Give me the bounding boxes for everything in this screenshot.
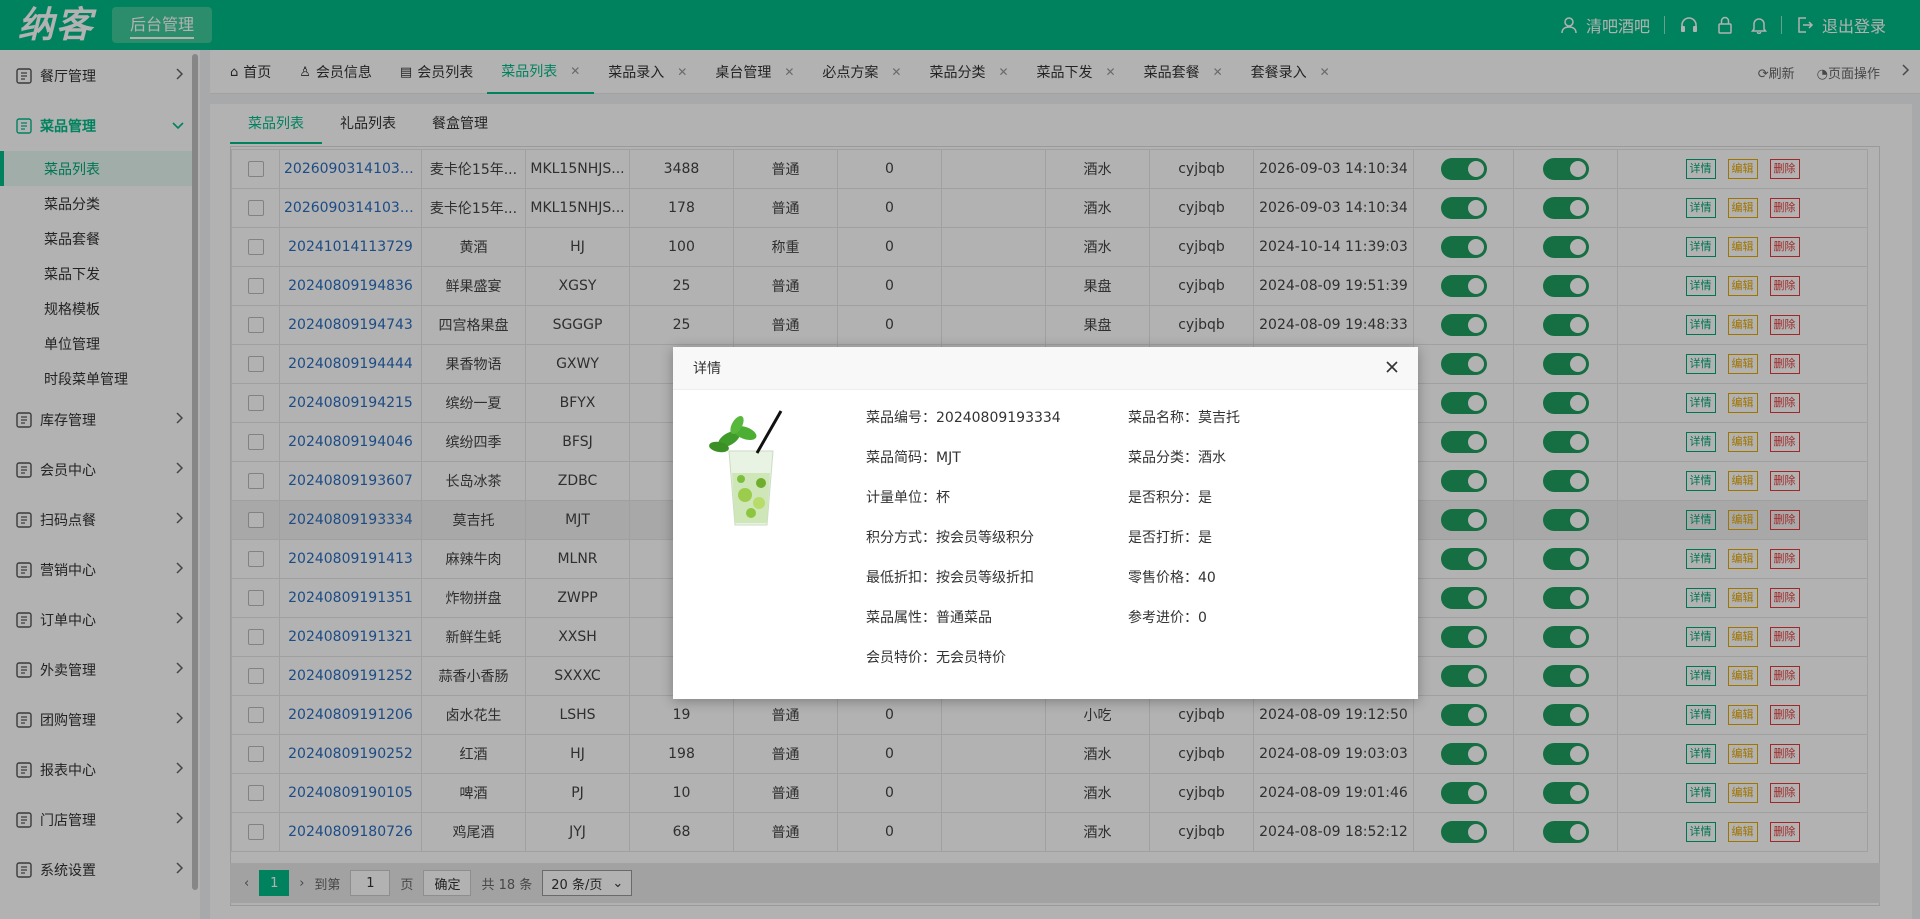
detail-field: 菜品简码：MJT bbox=[866, 447, 961, 467]
field-value: 是 bbox=[1198, 530, 1212, 546]
detail-modal: 详情 菜品编号：20240809193334 菜品名称：莫吉托 菜品简码：MJT 菜品… bbox=[673, 347, 1418, 699]
field-value: 按会员等级积分 bbox=[936, 530, 1034, 546]
detail-field: 最低折扣：按会员等级折扣 bbox=[866, 567, 1034, 587]
field-label: 菜品名称： bbox=[1128, 410, 1198, 426]
field-value: 莫吉托 bbox=[1198, 410, 1240, 426]
field-label: 最低折扣： bbox=[866, 570, 936, 586]
field-value: MJT bbox=[936, 450, 961, 466]
detail-field: 参考进价：0 bbox=[1128, 607, 1207, 627]
dish-image bbox=[701, 403, 801, 533]
field-label: 零售价格： bbox=[1128, 570, 1198, 586]
field-label: 菜品简码： bbox=[866, 450, 936, 466]
field-value: 无会员特价 bbox=[936, 650, 1006, 666]
detail-field: 是否打折：是 bbox=[1128, 527, 1212, 547]
field-label: 是否打折： bbox=[1128, 530, 1198, 546]
modal-header: 详情 bbox=[673, 347, 1418, 390]
detail-field: 菜品分类：酒水 bbox=[1128, 447, 1226, 467]
field-value: 杯 bbox=[936, 490, 950, 506]
field-value: 40 bbox=[1198, 570, 1216, 586]
field-value: 酒水 bbox=[1198, 450, 1226, 466]
field-value: 普通菜品 bbox=[936, 610, 992, 626]
detail-field: 是否积分：是 bbox=[1128, 487, 1212, 507]
field-value: 按会员等级折扣 bbox=[936, 570, 1034, 586]
field-label: 是否积分： bbox=[1128, 490, 1198, 506]
detail-field: 计量单位：杯 bbox=[866, 487, 950, 507]
detail-field: 会员特价：无会员特价 bbox=[866, 647, 1006, 667]
field-label: 会员特价： bbox=[866, 650, 936, 666]
field-value: 是 bbox=[1198, 490, 1212, 506]
detail-field: 菜品编号：20240809193334 bbox=[866, 407, 1061, 427]
field-label: 菜品编号： bbox=[866, 410, 936, 426]
field-label: 菜品分类： bbox=[1128, 450, 1198, 466]
field-value: 20240809193334 bbox=[936, 410, 1061, 426]
field-label: 参考进价： bbox=[1128, 610, 1198, 626]
field-label: 积分方式： bbox=[866, 530, 936, 546]
detail-field: 菜品名称：莫吉托 bbox=[1128, 407, 1240, 427]
close-icon[interactable] bbox=[1384, 359, 1400, 379]
detail-field: 零售价格：40 bbox=[1128, 567, 1216, 587]
field-value: 0 bbox=[1198, 610, 1207, 626]
detail-field: 积分方式：按会员等级积分 bbox=[866, 527, 1034, 547]
modal-title: 详情 bbox=[693, 361, 721, 377]
detail-field: 菜品属性：普通菜品 bbox=[866, 607, 992, 627]
field-label: 菜品属性： bbox=[866, 610, 936, 626]
field-label: 计量单位： bbox=[866, 490, 936, 506]
